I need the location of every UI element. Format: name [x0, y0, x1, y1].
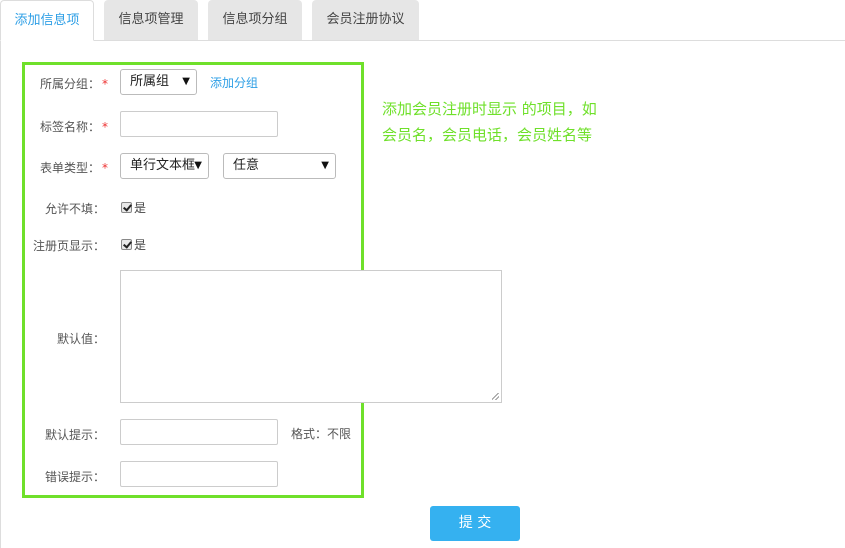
dropdown-arrow-icon: ▼: [194, 160, 202, 171]
default-hint-input[interactable]: [120, 419, 278, 445]
validation-rule-select-value: 任意: [233, 158, 260, 173]
show-on-register-option: 是: [134, 238, 147, 252]
allow-empty-checkbox[interactable]: [121, 202, 132, 213]
tab-member-registration-agreement[interactable]: 会员注册协议: [312, 0, 419, 40]
form-type-select[interactable]: 单行文本框 ▼: [120, 153, 209, 179]
form-type-select-value: 单行文本框: [130, 158, 196, 173]
error-hint-label: 错误提示：: [44, 470, 105, 484]
allow-empty-option: 是: [134, 201, 147, 215]
tab-info-item-management[interactable]: 信息项管理: [104, 0, 198, 40]
submit-button[interactable]: 提 交: [430, 506, 520, 541]
tab-add-info-item[interactable]: 添加信息项: [0, 0, 94, 41]
tag-name-input[interactable]: [120, 111, 278, 137]
default-value-label: 默认值：: [56, 332, 105, 346]
validation-rule-select[interactable]: 任意 ▼: [223, 153, 336, 179]
default-value-textarea[interactable]: [120, 270, 502, 403]
dropdown-arrow-icon: ▼: [321, 160, 329, 171]
allow-empty-label: 允许不填：: [44, 202, 105, 216]
default-hint-label: 默认提示：: [44, 428, 105, 442]
add-group-link[interactable]: 添加分组: [210, 74, 258, 91]
form-type-label: 表单类型： *: [39, 161, 108, 175]
tab-info-item-groups[interactable]: 信息项分组: [208, 0, 302, 40]
required-mark: *: [102, 120, 108, 134]
group-select-value: 所属组: [130, 74, 170, 89]
format-hint: 格式：不限: [291, 427, 352, 441]
group-label: 所属分组： *: [39, 77, 108, 91]
annotation-note: 添加会员注册时显示 的项目，如会员名，会员电话，会员姓名等: [382, 100, 597, 144]
show-on-register-label: 注册页显示：: [32, 239, 105, 253]
error-hint-input[interactable]: [120, 461, 278, 487]
resize-handle-icon[interactable]: [492, 393, 499, 400]
required-mark: *: [102, 161, 108, 175]
group-select[interactable]: 所属组 ▼: [120, 69, 197, 95]
tab-bar: 添加信息项 信息项管理 信息项分组 会员注册协议: [0, 0, 845, 41]
show-on-register-checkbox[interactable]: [121, 239, 132, 250]
required-mark: *: [102, 77, 108, 91]
tag-name-label: 标签名称： *: [39, 120, 108, 134]
dropdown-arrow-icon: ▼: [182, 76, 190, 87]
